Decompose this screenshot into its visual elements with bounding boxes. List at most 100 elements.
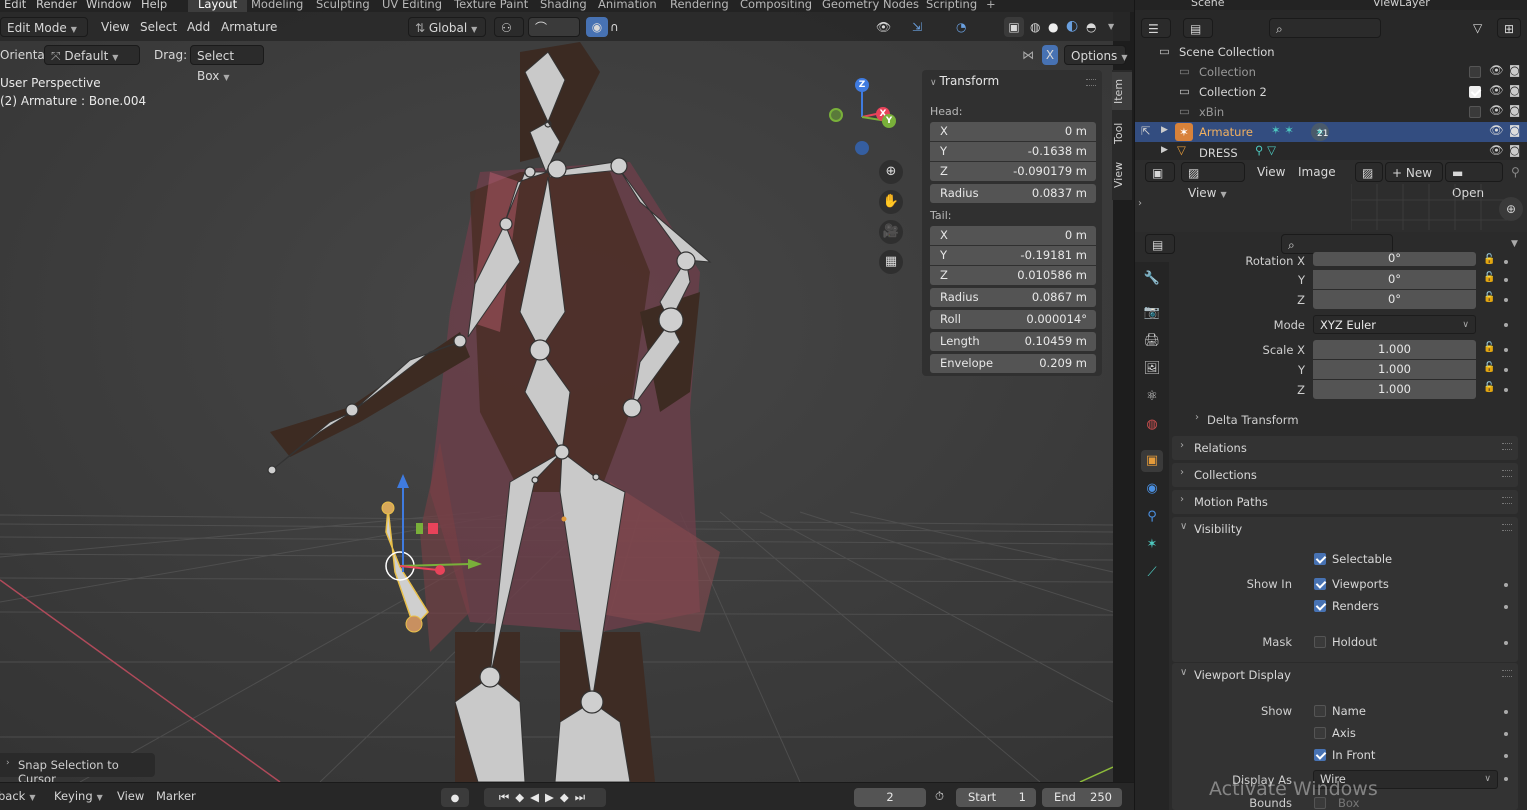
head-y-field[interactable]: Y -0.1638 m: [930, 142, 1096, 161]
play-icon[interactable]: ▶: [545, 790, 560, 804]
scale-y-field[interactable]: 1.000: [1313, 360, 1476, 379]
render-camera-icon[interactable]: ◙: [1509, 103, 1520, 117]
chevron-down-icon[interactable]: ∨: [1180, 667, 1187, 678]
view-mode-dropdown[interactable]: ▨ View ▼: [1181, 162, 1245, 200]
rotation-mode-dropdown[interactable]: XYZ Euler ∨: [1313, 315, 1476, 334]
selectable-checkbox[interactable]: [1314, 553, 1326, 565]
keyframe-dot[interactable]: [1504, 641, 1508, 645]
constraints-tab-icon[interactable]: ⚲: [1141, 506, 1163, 528]
expand-arrow-icon[interactable]: ▶: [1161, 125, 1168, 135]
outliner-search-input[interactable]: ⌕: [1269, 18, 1381, 38]
menu-render[interactable]: Render: [36, 0, 77, 11]
end-frame-field[interactable]: End 250: [1042, 788, 1122, 807]
renders-checkbox[interactable]: [1314, 600, 1326, 612]
render-camera-icon[interactable]: ◙: [1509, 143, 1520, 157]
chevron-down-icon[interactable]: ▼: [1108, 17, 1114, 37]
proportional-editing-button[interactable]: ◉: [586, 17, 608, 37]
head-radius-field[interactable]: Radius 0.0837 m: [930, 184, 1096, 203]
add-workspace-button[interactable]: +: [976, 0, 1006, 12]
roll-field[interactable]: Roll 0.000014°: [930, 310, 1096, 329]
scene-collection-row[interactable]: ▭ Scene Collection: [1135, 42, 1527, 62]
keyframe-dot[interactable]: [1504, 583, 1508, 587]
drag-handle-icon[interactable]: [1502, 524, 1512, 531]
visibility-button[interactable]: 👁: [876, 17, 904, 37]
dress-row[interactable]: ▶ ▽ DRESS ⚲ ▽ 👁 ◙: [1135, 142, 1527, 158]
tool-tab-icon[interactable]: 🔧: [1141, 268, 1163, 290]
render-camera-icon[interactable]: ◙: [1509, 123, 1520, 137]
filter-icon[interactable]: ▽: [1473, 18, 1482, 38]
tab-modeling[interactable]: Modeling: [241, 0, 313, 12]
tab-uv-editing[interactable]: UV Editing: [372, 0, 452, 12]
menu-window[interactable]: Window: [86, 0, 131, 11]
timeline-view-menu[interactable]: View: [117, 789, 144, 803]
length-field[interactable]: Length 0.10459 m: [930, 332, 1096, 351]
tab-animation[interactable]: Animation: [588, 0, 667, 12]
gizmo-toggle-button[interactable]: ⇲: [912, 17, 946, 37]
menu-select[interactable]: Select: [140, 17, 177, 37]
topbar-scene-selector[interactable]: Scene ViewLayer: [1135, 0, 1527, 10]
expand-arrow-icon[interactable]: ▶: [1161, 145, 1168, 155]
keyframe-dot[interactable]: [1504, 710, 1508, 714]
eye-icon[interactable]: 👁: [1489, 123, 1504, 137]
preview-range-icon[interactable]: ⏱: [935, 789, 944, 804]
rotation-z-field[interactable]: 0°: [1313, 290, 1476, 309]
zoom-icon[interactable]: ⊕: [1499, 197, 1523, 221]
new-collection-button[interactable]: ⊞: [1497, 18, 1521, 38]
envelope-field[interactable]: Envelope 0.209 m: [930, 354, 1096, 373]
menu-armature[interactable]: Armature: [221, 17, 277, 37]
render-camera-icon[interactable]: ◙: [1509, 83, 1520, 97]
world-tab-icon[interactable]: ◍: [1141, 414, 1163, 436]
solid-shading-icon[interactable]: ●: [1048, 17, 1058, 37]
keying-dropdown[interactable]: Keying ▼: [54, 789, 103, 803]
start-frame-field[interactable]: Start 1: [956, 788, 1036, 807]
pivot-point-button[interactable]: ⚇: [494, 17, 524, 37]
eye-icon[interactable]: 👁: [1489, 143, 1504, 157]
current-frame-field[interactable]: 2: [854, 788, 926, 807]
snap-button[interactable]: ⌒: [528, 17, 580, 37]
keyframe-dot[interactable]: [1504, 388, 1508, 392]
tail-x-field[interactable]: X0 m: [930, 226, 1096, 245]
gizmo-z-axis[interactable]: Z: [855, 78, 869, 92]
collection-row[interactable]: ▭ Collection 👁 ◙: [1135, 62, 1527, 82]
open-image-button[interactable]: ▬ Open: [1445, 162, 1503, 200]
new-image-button[interactable]: + New: [1385, 162, 1443, 182]
keyframe-dot[interactable]: [1504, 298, 1508, 302]
playback-dropdown[interactable]: Playback▼: [0, 789, 35, 803]
scale-x-field[interactable]: 1.000: [1313, 340, 1476, 359]
drag-handle-icon[interactable]: [1086, 79, 1096, 86]
keyframe-dot[interactable]: [1504, 323, 1508, 327]
gizmo-neg-y[interactable]: [829, 108, 843, 122]
head-x-field[interactable]: X0 m: [930, 122, 1096, 141]
display-mode-dropdown[interactable]: ▤: [1183, 18, 1213, 38]
render-tab-icon[interactable]: 📷: [1141, 302, 1163, 324]
prev-keyframe-icon[interactable]: ◆: [515, 790, 530, 804]
editor-type-dropdown[interactable]: ▣: [1145, 162, 1175, 182]
rotation-y-field[interactable]: 0°: [1313, 270, 1476, 289]
lock-icon[interactable]: 🔓: [1483, 362, 1497, 376]
overlays-button[interactable]: ◔: [956, 17, 992, 37]
keyframe-dot[interactable]: [1504, 278, 1508, 282]
tab-tool[interactable]: Tool: [1112, 114, 1132, 152]
output-tab-icon[interactable]: 🖨: [1141, 330, 1163, 352]
grid-perspective-icon[interactable]: ▦: [879, 250, 903, 274]
editor-type-dropdown[interactable]: ☰: [1141, 18, 1171, 38]
tab-layout[interactable]: Layout: [188, 0, 248, 12]
keyframe-dot[interactable]: [1504, 754, 1508, 758]
in-front-checkbox[interactable]: [1314, 749, 1326, 761]
options-dropdown[interactable]: Options ▼: [1064, 45, 1127, 65]
auto-keying-button[interactable]: ●: [441, 788, 469, 807]
last-operator-panel[interactable]: › Snap Selection to Cursor: [0, 753, 155, 786]
lock-icon[interactable]: 🔓: [1483, 254, 1497, 268]
transform-orientation-dropdown[interactable]: ⇅ Global ▼: [408, 17, 486, 37]
drag-handle-icon[interactable]: [1502, 497, 1512, 504]
menu-view[interactable]: View: [1257, 162, 1285, 182]
keyframe-dot[interactable]: [1504, 777, 1508, 781]
scene-tab-icon[interactable]: ⚛: [1141, 386, 1163, 408]
render-camera-icon[interactable]: ◙: [1509, 63, 1520, 77]
visibility-header[interactable]: Visibility: [1194, 522, 1242, 536]
xray-toggle[interactable]: ▣: [1004, 17, 1024, 37]
tab-shading[interactable]: Shading: [530, 0, 597, 12]
collections-section[interactable]: › Collections: [1172, 463, 1518, 487]
mode-dropdown[interactable]: Edit Mode ▼: [0, 17, 88, 37]
menu-view[interactable]: View: [101, 17, 129, 37]
